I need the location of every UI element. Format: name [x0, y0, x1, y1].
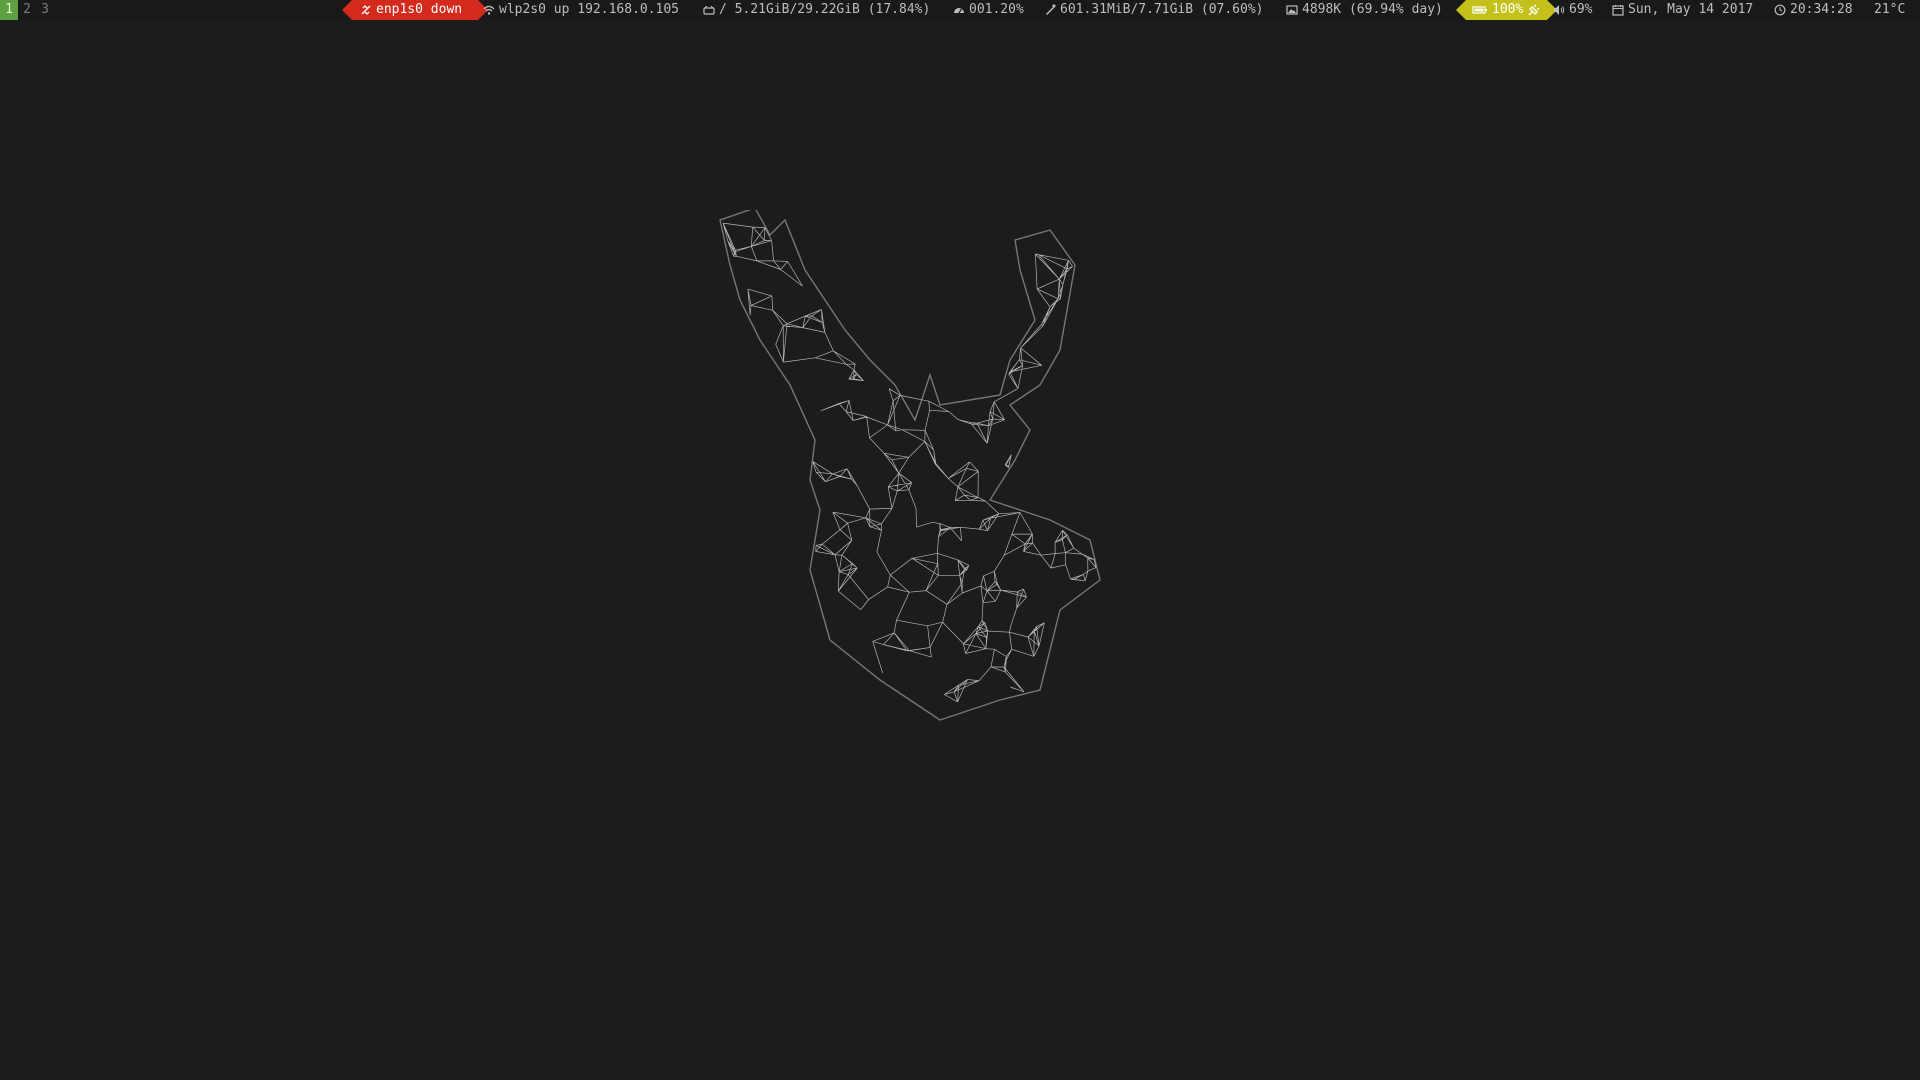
plug-icon: [1528, 4, 1540, 16]
battery-status: 100%: [1455, 0, 1558, 20]
disk-status: / 5.21GiB/29.22GiB (17.84%): [703, 0, 930, 20]
memory-status: 601.31MiB/7.71GiB (07.60%): [1044, 0, 1264, 20]
clock-icon: [1774, 4, 1786, 16]
wifi-icon: [483, 5, 495, 15]
workspace-1[interactable]: 1: [0, 0, 18, 20]
stag-wireframe: [722, 222, 1097, 703]
temperature-status-text: 21°C: [1874, 2, 1906, 17]
status-bar: 1 2 3 enp1s0 down wlp2s0 up 192.168.0.10…: [0, 0, 1920, 20]
image-icon: [1286, 5, 1298, 15]
backlight-status-text: 4898K (69.94% day): [1302, 2, 1443, 17]
date-status-text: Sun, May 14 2017: [1628, 2, 1754, 17]
time-status-text: 20:34:28: [1790, 2, 1853, 17]
memory-icon: [1046, 4, 1056, 15]
workspace-label: 3: [41, 2, 49, 17]
workspace-2[interactable]: 2: [18, 0, 36, 20]
ethernet-status-text: enp1s0 down: [376, 2, 463, 17]
time-status: 20:34:28: [1774, 0, 1853, 20]
volume-status: 69%: [1553, 0, 1592, 20]
date-status: Sun, May 14 2017: [1612, 0, 1753, 20]
workspace-label: 2: [23, 2, 31, 17]
temperature-status: 21°C: [1874, 0, 1905, 20]
ethernet-unplugged-icon: [361, 5, 371, 15]
ethernet-status: enp1s0 down: [341, 0, 489, 20]
memory-status-text: 601.31MiB/7.71GiB (07.60%): [1060, 2, 1264, 17]
battery-icon: [1472, 6, 1487, 14]
cpu-status-text: 001.20%: [969, 2, 1024, 17]
disk-icon: [703, 5, 715, 15]
battery-status-text: 100%: [1492, 2, 1524, 17]
workspace-3[interactable]: 3: [36, 0, 54, 20]
calendar-icon: [1612, 5, 1624, 16]
wireless-status-text: wlp2s0 up 192.168.0.105: [499, 2, 680, 17]
disk-status-text: / 5.21GiB/29.22GiB (17.84%): [719, 2, 931, 17]
backlight-status: 4898K (69.94% day): [1286, 0, 1443, 20]
cpu-status: 001.20%: [953, 0, 1024, 20]
volume-status-text: 69%: [1569, 2, 1593, 17]
wallpaper-stag-image: [719, 210, 1101, 721]
speedometer-icon: [954, 8, 964, 14]
speaker-icon: [1554, 5, 1565, 15]
workspace-label: 1: [5, 2, 13, 17]
wireless-status: wlp2s0 up 192.168.0.105: [483, 0, 679, 20]
